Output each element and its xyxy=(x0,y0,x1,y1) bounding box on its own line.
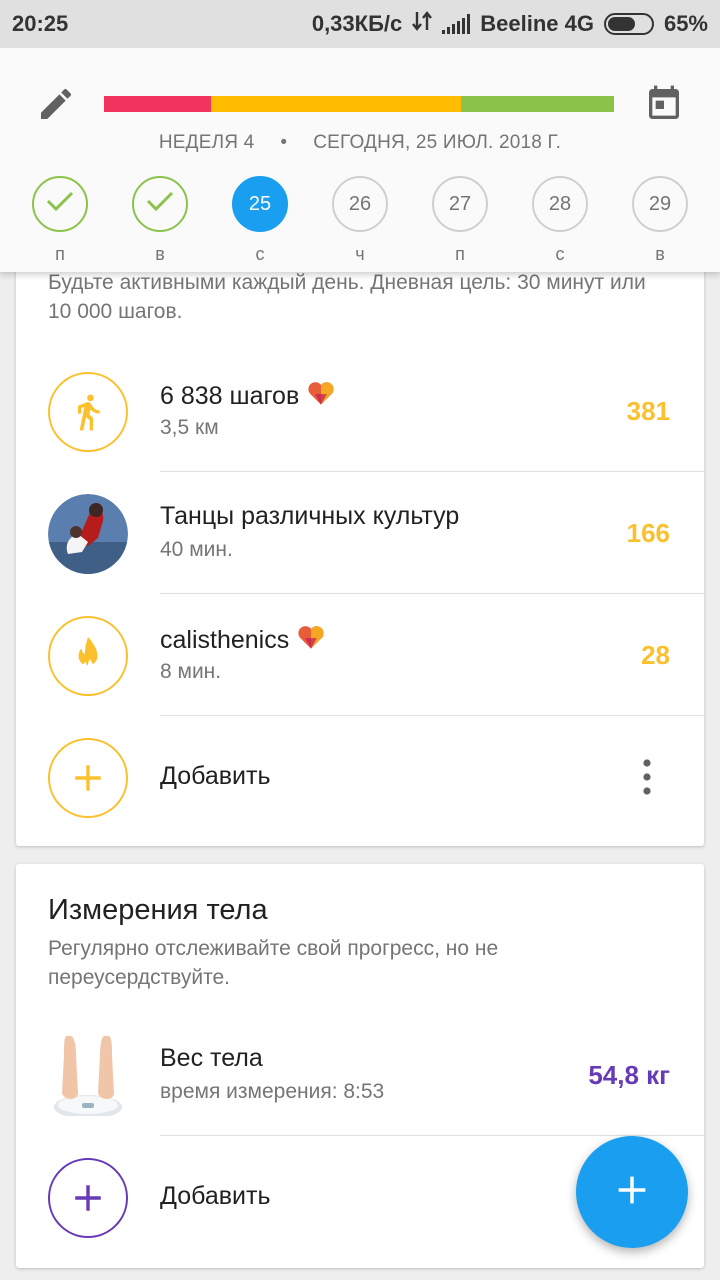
list-item[interactable]: Вес тела время измерения: 8:53 54,8 кг xyxy=(16,1014,704,1136)
scale-image xyxy=(48,1036,128,1116)
list-item[interactable]: 6 838 шагов 3,5 км 381 xyxy=(16,350,704,472)
weekday-label: п xyxy=(55,244,65,264)
item-subtitle: 3,5 км xyxy=(160,416,219,439)
day-circle[interactable]: 25 xyxy=(232,176,288,232)
status-right: 0,33КБ/с Beeline 4G 65% xyxy=(312,10,708,38)
plus-icon[interactable] xyxy=(48,738,128,818)
week-days: п в 25 с 26 ч 27 п 28 с 29 в xyxy=(0,176,720,266)
more-vertical-icon[interactable] xyxy=(642,758,652,796)
item-subtitle: 8 мин. xyxy=(160,660,222,683)
activity-description: Будьте активными каждый день. Дневная це… xyxy=(48,271,646,323)
progress-segment xyxy=(104,96,212,112)
day-6[interactable]: 29 в xyxy=(630,176,690,265)
weekday-label: в xyxy=(155,244,165,264)
day-circle[interactable]: 26 xyxy=(332,176,388,232)
heart-icon xyxy=(297,624,325,657)
day-3[interactable]: 26 ч xyxy=(330,176,390,265)
item-points: 166 xyxy=(626,518,670,548)
item-points: 28 xyxy=(641,640,670,670)
weekday-label: с xyxy=(255,244,265,264)
day-number: 26 xyxy=(348,192,372,215)
item-title-row: Танцы различных культур xyxy=(160,502,459,531)
weekday-label: в xyxy=(655,244,665,264)
separator: • xyxy=(280,132,288,153)
signal-icon xyxy=(442,14,471,34)
heart-icon xyxy=(307,380,335,413)
day-circle[interactable]: 28 xyxy=(532,176,588,232)
weight-value: 54,8 кг xyxy=(588,1060,670,1090)
flame-icon xyxy=(48,616,128,696)
day-number: 29 xyxy=(648,192,672,215)
add-activity-button[interactable]: Добавить xyxy=(160,762,271,791)
item-title: Вес тела xyxy=(160,1044,263,1072)
checkmark-icon xyxy=(45,189,75,219)
day-circle[interactable]: 27 xyxy=(432,176,488,232)
progress-segment xyxy=(211,96,461,112)
weekday-label: с xyxy=(555,244,565,264)
body-description: Регулярно отслеживайте свой прогресс, но… xyxy=(48,937,499,989)
item-title-row: Вес тела xyxy=(160,1044,263,1073)
network-speed: 0,33КБ/с xyxy=(311,11,403,36)
week-info: НЕДЕЛЯ 4 • СЕГОДНЯ, 25 ИЮЛ. 2018 Г. xyxy=(0,132,720,154)
day-completed-circle[interactable] xyxy=(132,176,188,232)
daily-progress-bar xyxy=(104,96,614,112)
calendar-icon[interactable] xyxy=(644,84,684,124)
battery-icon xyxy=(603,13,654,35)
item-title-row: 6 838 шагов xyxy=(160,380,335,413)
day-number: 25 xyxy=(248,192,272,215)
week-header: НЕДЕЛЯ 4 • СЕГОДНЯ, 25 ИЮЛ. 2018 Г. п в 25 с 2… xyxy=(0,48,720,272)
list-item[interactable]: calisthenics 8 мин. 28 xyxy=(16,594,704,716)
day-5[interactable]: 28 с xyxy=(530,176,590,265)
status-time: 20:25 xyxy=(12,11,69,36)
pencil-icon[interactable] xyxy=(36,84,76,124)
carrier-label: Beeline 4G xyxy=(480,11,594,36)
status-bar: 20:25 0,33КБ/с Beeline 4G 65% xyxy=(0,0,720,48)
add-activity-row[interactable]: Добавить xyxy=(16,716,704,838)
checkmark-icon xyxy=(145,189,175,219)
item-title-row: calisthenics xyxy=(160,624,325,657)
list-item[interactable]: Танцы различных культур 40 мин. 166 xyxy=(16,472,704,594)
item-subtitle: 40 мин. xyxy=(160,538,233,561)
weekday-label: п xyxy=(455,244,465,264)
item-points: 381 xyxy=(626,396,670,426)
card-title: Измерения тела xyxy=(48,894,268,926)
day-0[interactable]: п xyxy=(30,176,90,265)
walking-icon xyxy=(48,372,128,452)
day-4[interactable]: 27 п xyxy=(430,176,490,265)
day-completed-circle[interactable] xyxy=(32,176,88,232)
data-transfer-icon xyxy=(412,10,433,38)
progress-segment xyxy=(460,96,614,112)
day-1[interactable]: в xyxy=(130,176,190,265)
today-label: СЕГОДНЯ, 25 ИЮЛ. 2018 Г. xyxy=(313,132,562,153)
plus-icon[interactable] xyxy=(48,1158,128,1238)
week-label: НЕДЕЛЯ 4 xyxy=(158,132,255,153)
item-subtitle: время измерения: 8:53 xyxy=(160,1080,385,1103)
add-fab-button[interactable] xyxy=(576,1136,688,1248)
item-title: 6 838 шагов xyxy=(160,382,300,410)
day-2[interactable]: 25 с xyxy=(230,176,290,265)
add-measurement-button[interactable]: Добавить xyxy=(160,1182,271,1211)
activity-card: Будьте активными каждый день. Дневная це… xyxy=(16,240,704,846)
day-circle[interactable]: 29 xyxy=(632,176,688,232)
battery-percent: 65% xyxy=(663,11,708,36)
day-number: 27 xyxy=(448,192,472,215)
plus-icon xyxy=(616,1174,648,1211)
item-title: calisthenics xyxy=(160,626,290,654)
weekday-label: ч xyxy=(355,244,365,264)
dance-photo xyxy=(48,494,128,574)
item-title: Танцы различных культур xyxy=(160,502,460,530)
day-number: 28 xyxy=(548,192,572,215)
